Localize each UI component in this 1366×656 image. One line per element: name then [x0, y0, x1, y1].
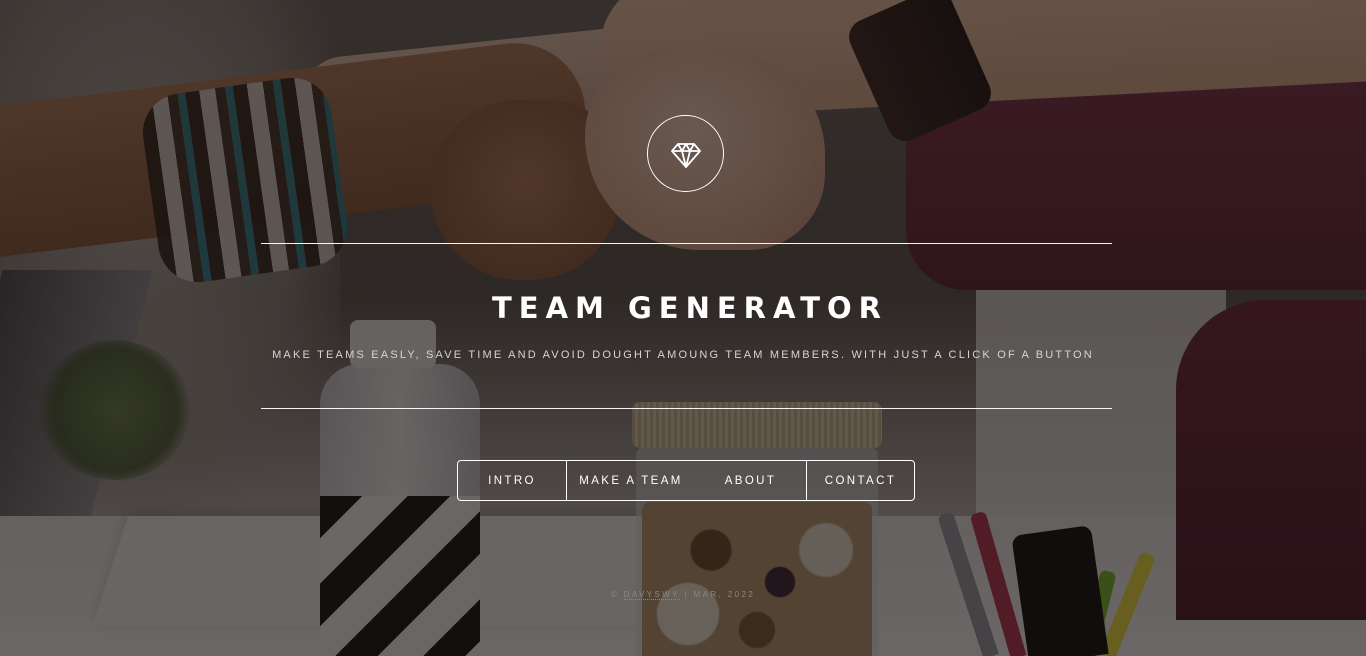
footer-date: MAR, 2022	[693, 590, 756, 599]
divider-top	[261, 243, 1112, 244]
page-title: TEAM GENERATOR	[492, 291, 888, 325]
diamond-icon	[670, 142, 701, 168]
main-nav: INTRO MAKE A TEAM ABOUT CONTACT	[457, 460, 915, 501]
copyright-symbol: ©	[610, 590, 624, 599]
page: TEAM GENERATOR MAKE TEAMS EASLY, SAVE TI…	[0, 0, 1366, 656]
nav-contact[interactable]: CONTACT	[806, 461, 914, 500]
author-link[interactable]: DAVYSWY	[623, 590, 680, 600]
logo-badge	[647, 115, 724, 192]
footer-copyright: © DAVYSWY | MAR, 2022	[460, 590, 906, 600]
hero: TEAM GENERATOR MAKE TEAMS EASLY, SAVE TI…	[0, 0, 1366, 656]
nav-about[interactable]: ABOUT	[695, 461, 806, 500]
divider-bottom	[261, 408, 1112, 409]
tagline: MAKE TEAMS EASLY, SAVE TIME AND AVOID DO…	[272, 349, 1094, 361]
nav-intro[interactable]: INTRO	[458, 461, 566, 500]
footer-separator: |	[679, 590, 694, 599]
nav-make-a-team[interactable]: MAKE A TEAM	[566, 461, 695, 500]
